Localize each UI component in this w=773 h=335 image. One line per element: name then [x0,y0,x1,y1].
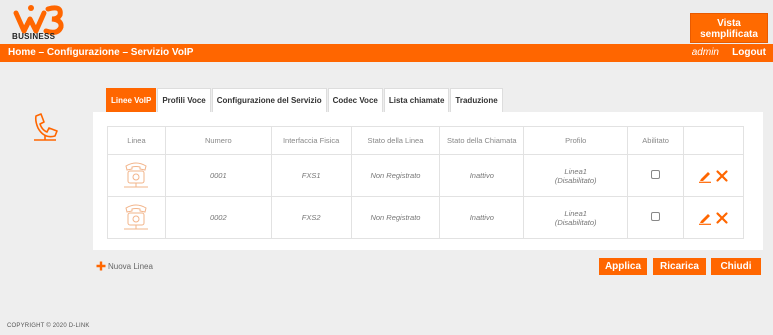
close-button[interactable]: Chiudi [711,258,761,275]
tab-configurazione-servizio[interactable]: Configurazione del Servizio [211,88,327,112]
logo-business-text: BUSINESS [12,32,56,41]
header-profilo: Profilo [523,126,629,155]
apply-button[interactable]: Applica [599,258,647,275]
add-line-label: Nuova Linea [108,261,153,271]
cell-stato-chiamata: Inattivo [439,196,525,239]
reload-button[interactable]: Ricarica [653,258,706,275]
header-numero: Numero [164,126,272,155]
header-actions [683,126,744,155]
breadcrumb: Home – Configurazione – Servizio VoIP [8,47,194,58]
voip-phone-icon [34,113,58,141]
header-stato-linea: Stato della Linea [350,126,441,155]
header-interfaccia-fisica: Interfaccia Fisica [270,126,352,155]
tab-profili-voce[interactable]: Profili Voce [157,88,211,112]
logout-link[interactable]: Logout [732,46,766,60]
delete-icon[interactable] [715,169,729,183]
add-line-link[interactable]: Nuova Linea [96,261,153,271]
phone-icon [124,162,149,187]
content-panel: Linea Numero Interfaccia Fisica Stato de… [93,112,763,250]
header-abilitato: Abilitato [627,126,685,155]
enabled-checkbox[interactable] [651,212,661,221]
voip-lines-table: Linea Numero Interfaccia Fisica Stato de… [107,126,744,239]
username: admin [691,47,719,58]
header-linea: Linea [107,126,166,155]
edit-icon[interactable] [698,169,712,183]
tab-bar: Linee VoIP Profili Voce Configurazione d… [106,88,504,112]
cell-stato-chiamata: Inattivo [439,154,525,197]
cell-profilo: Linea1 (Disabilitato) [523,154,629,197]
table-header-row: Linea Numero Interfaccia Fisica Stato de… [107,126,744,155]
header-stato-chiamata: Stato della Chiamata [439,126,525,155]
nav-bar: Home – Configurazione – Servizio VoIP ad… [0,44,773,62]
cell-numero: 0002 [164,196,272,239]
simple-view-button[interactable]: Vista semplificata [690,13,768,43]
tab-codec-voce[interactable]: Codec Voce [327,88,383,112]
cell-profilo: Linea1 (Disabilitato) [523,196,629,239]
plus-icon [96,261,106,271]
phone-icon [124,204,149,229]
enabled-checkbox[interactable] [651,170,661,179]
cell-numero: 0001 [164,154,272,197]
tab-traduzione[interactable]: Traduzione [450,88,503,112]
top-bar: BUSINESS Vista semplificata [0,0,773,44]
delete-icon[interactable] [715,211,729,225]
table-row: 0002 FXS2 Non Registrato Inattivo Linea1… [107,196,744,239]
cell-stato-linea: Non Registrato [350,154,441,197]
copyright: COPYRIGHT © 2020 D-LINK [7,323,90,329]
cell-stato-linea: Non Registrato [350,196,441,239]
tab-lista-chiamate[interactable]: Lista chiamate [383,88,450,112]
cell-interfaccia: FXS2 [270,196,352,239]
table-row: 0001 FXS1 Non Registrato Inattivo Linea1… [107,154,744,197]
tab-linee-voip[interactable]: Linee VoIP [106,88,157,112]
cell-interfaccia: FXS1 [270,154,352,197]
edit-icon[interactable] [698,211,712,225]
